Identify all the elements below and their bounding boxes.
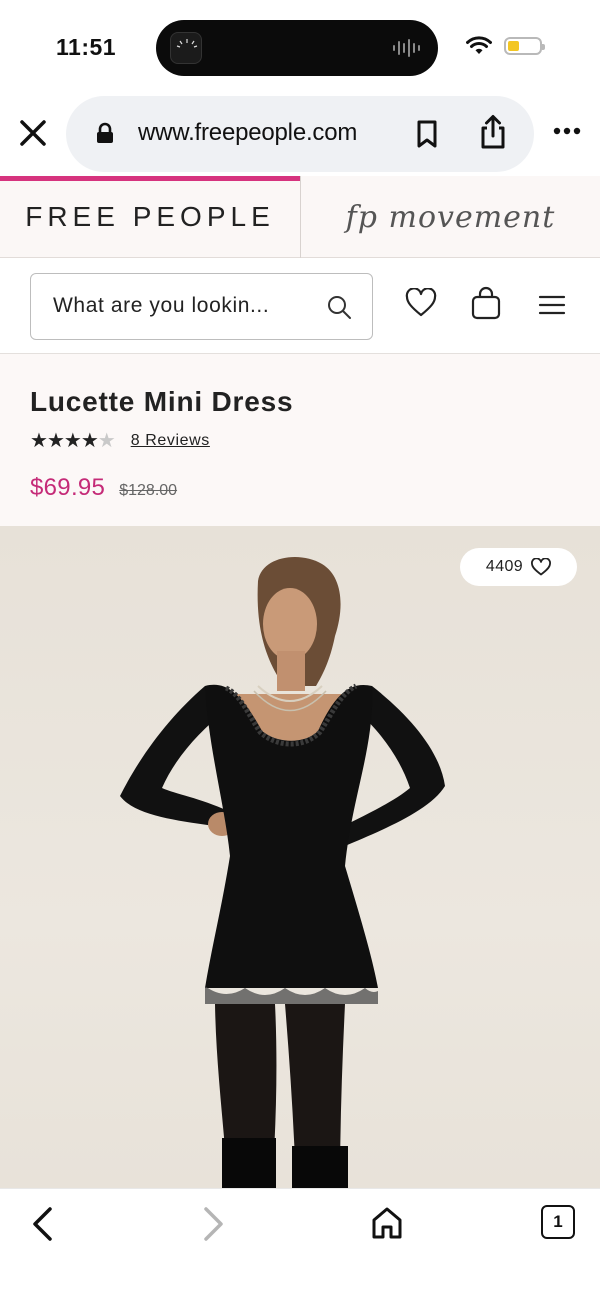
brand-switcher: FREE PEOPLE fp movement — [0, 176, 600, 258]
battery-icon — [504, 37, 545, 55]
bookmark-icon[interactable] — [416, 120, 438, 148]
share-icon[interactable] — [478, 114, 508, 150]
url-text[interactable]: www.freepeople.com — [138, 119, 357, 147]
search-input[interactable] — [31, 274, 321, 338]
wifi-icon — [466, 36, 492, 54]
star-filled-icon: ★ — [63, 430, 82, 452]
product-image[interactable]: 4409 — [0, 526, 600, 1188]
browser-toolbar: 1 — [0, 1188, 600, 1304]
search-icon[interactable] — [326, 294, 352, 320]
product-info: Lucette Mini Dress ★★★★★ 8 Reviews $69.9… — [0, 354, 600, 526]
sale-price: $69.95 — [30, 474, 106, 501]
star-filled-icon: ★ — [30, 430, 48, 452]
star-filled-icon: ★ — [80, 430, 99, 452]
url-field[interactable]: www.freepeople.com — [66, 96, 534, 172]
star-rating: ★★★★★ — [30, 428, 116, 453]
lock-icon — [97, 122, 113, 143]
product-title: Lucette Mini Dress — [30, 386, 294, 417]
forward-arrow-icon[interactable] — [200, 1205, 226, 1243]
status-bar: 11:51 — [0, 0, 600, 96]
star-filled-icon: ★ — [46, 430, 65, 452]
favorite-count-button[interactable]: 4409 — [460, 548, 577, 586]
browser-address-bar: www.freepeople.com — [0, 96, 600, 176]
search-box — [30, 273, 373, 340]
star-empty-icon: ★ — [97, 430, 116, 452]
more-options-icon[interactable] — [553, 126, 581, 136]
active-brand-indicator — [0, 176, 300, 181]
rating-row: ★★★★★ 8 Reviews — [30, 428, 210, 453]
shopping-bag-icon[interactable] — [471, 286, 501, 320]
status-indicators — [466, 36, 545, 56]
back-arrow-icon[interactable] — [30, 1205, 56, 1243]
heart-icon — [531, 558, 552, 576]
status-time: 11:51 — [56, 34, 117, 60]
tab-free-people[interactable]: FREE PEOPLE — [0, 176, 300, 258]
tabs-count-button[interactable]: 1 — [541, 1205, 575, 1239]
favorite-count: 4409 — [485, 558, 524, 575]
tab-fp-movement[interactable]: fp movement — [300, 176, 600, 258]
close-icon[interactable] — [18, 118, 48, 148]
home-icon[interactable] — [370, 1205, 404, 1241]
price-row: $69.95 $128.00 — [30, 474, 177, 502]
product-photo-model — [120, 557, 445, 1188]
original-price: $128.00 — [119, 482, 178, 499]
wishlist-heart-icon[interactable] — [405, 288, 437, 318]
live-activity-app-icon — [170, 32, 202, 64]
menu-icon[interactable] — [538, 294, 566, 316]
reviews-link[interactable]: 8 Reviews — [131, 432, 210, 450]
audio-waveform-icon — [393, 39, 420, 57]
dynamic-island — [156, 20, 438, 76]
site-header — [0, 258, 600, 354]
